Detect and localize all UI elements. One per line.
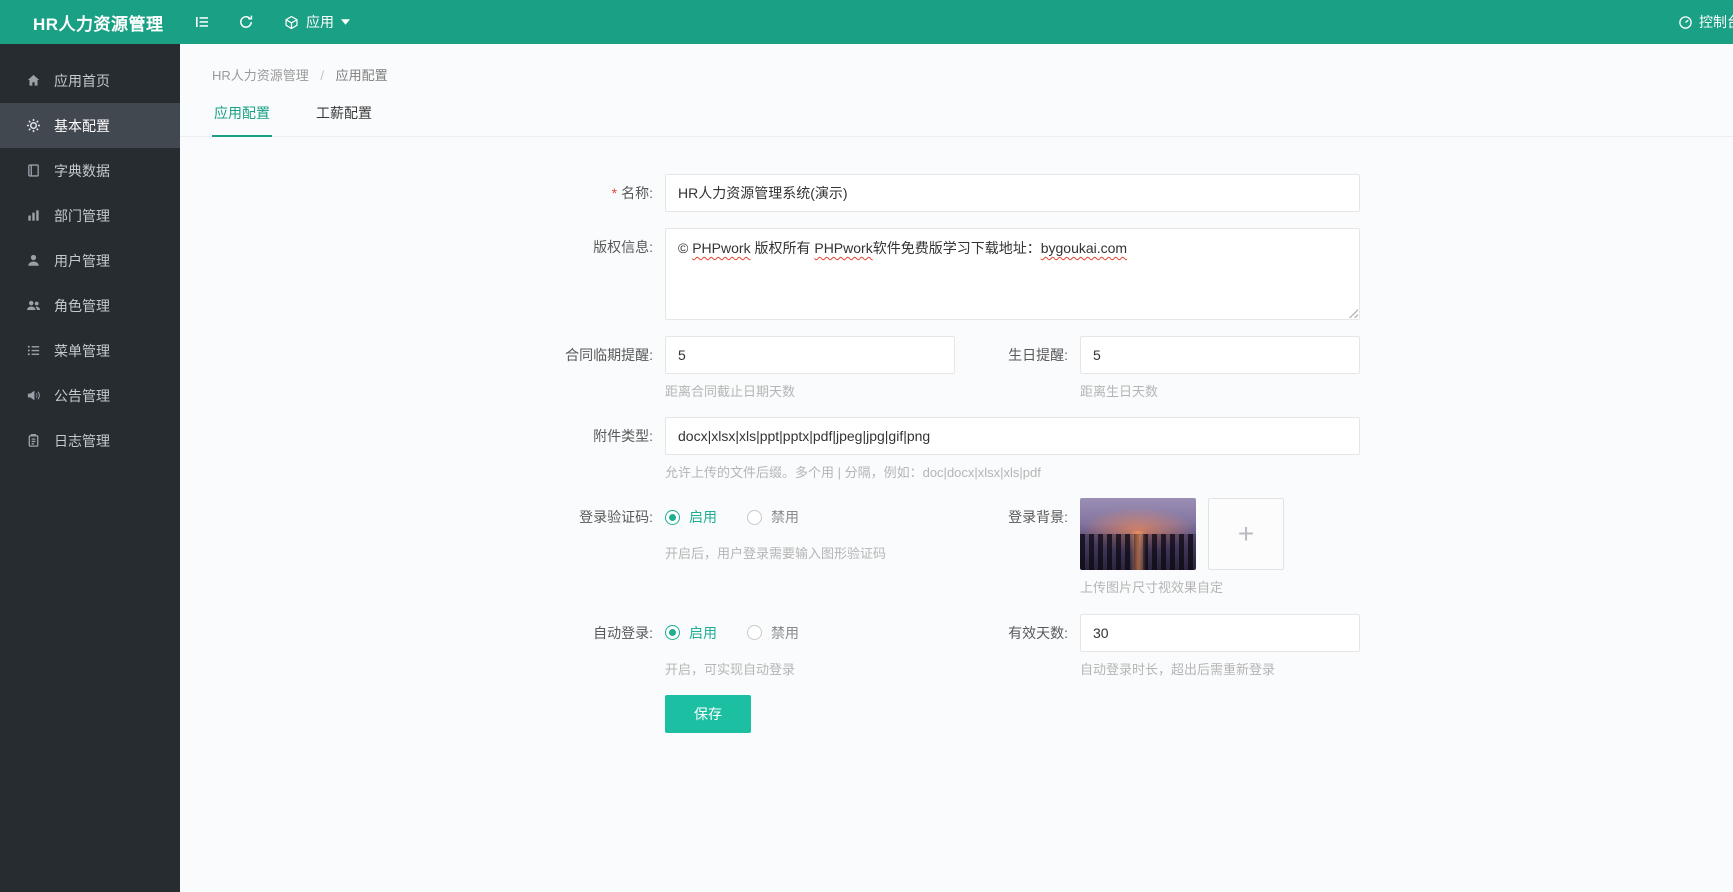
auto-login-radio-group: 启用 禁用 bbox=[665, 614, 955, 652]
attachment-types-label: 附件类型: bbox=[593, 428, 653, 445]
app-cube-icon bbox=[284, 15, 299, 30]
birthday-reminder-input[interactable] bbox=[1080, 336, 1360, 374]
attachment-types-input[interactable] bbox=[665, 417, 1360, 456]
top-header: HR人力资源管理 应用 控制台 bbox=[0, 0, 1733, 44]
contract-reminder-input[interactable] bbox=[665, 336, 955, 374]
app-window: HR人力资源管理 应用 控制台 bbox=[0, 0, 1733, 892]
copyright-text: © PHPwork 版权所有 PHPwork软件免费版学习下载地址：bygouk… bbox=[678, 240, 1128, 256]
chevron-down-icon bbox=[341, 19, 350, 25]
sidebar-item-label: 用户管理 bbox=[54, 252, 110, 269]
valid-days-label: 有效天数: bbox=[1008, 624, 1068, 641]
breadcrumb-separator: / bbox=[320, 68, 325, 83]
captcha-label: 登录验证码: bbox=[579, 509, 653, 526]
form-row-auto-login: 自动登录: 启用 禁用 开启，可实现自动登录 有效天数: 自动登 bbox=[180, 613, 1733, 679]
sidebar-item-announcement[interactable]: 公告管理 bbox=[0, 373, 180, 418]
form-row-captcha-bg: 登录验证码: 启用 禁用 开启后，用户登录需要输入图形验证码 登录背景: + 上… bbox=[180, 498, 1733, 597]
captcha-radio-group: 启用 禁用 bbox=[665, 498, 955, 536]
copyright-label: 版权信息: bbox=[593, 239, 653, 255]
contract-reminder-label: 合同临期提醒: bbox=[565, 347, 653, 363]
sidebar-item-label: 应用首页 bbox=[54, 72, 110, 89]
contract-reminder-hint: 距离合同截止日期天数 bbox=[665, 384, 796, 399]
sidebar-item-label: 公告管理 bbox=[54, 387, 110, 404]
login-bg-thumbnail[interactable] bbox=[1080, 498, 1196, 571]
captcha-hint: 开启后，用户登录需要输入图形验证码 bbox=[665, 546, 887, 562]
plus-icon: + bbox=[1237, 518, 1255, 550]
users-icon bbox=[25, 298, 41, 314]
copyright-textarea[interactable]: © PHPwork 版权所有 PHPwork软件免费版学习下载地址：bygouk… bbox=[665, 228, 1360, 320]
sidebar-item-label: 部门管理 bbox=[54, 207, 110, 224]
name-label: * 名称: bbox=[611, 185, 653, 201]
valid-days-input[interactable] bbox=[1080, 613, 1360, 652]
breadcrumb-current: 应用配置 bbox=[335, 68, 388, 83]
sidebar-item-dictionary[interactable]: 字典数据 bbox=[0, 148, 180, 193]
sidebar-item-home[interactable]: 应用首页 bbox=[0, 58, 180, 103]
sidebar-item-log[interactable]: 日志管理 bbox=[0, 418, 180, 463]
birthday-reminder-label: 生日提醒: bbox=[1008, 347, 1068, 363]
sidebar-toggle-icon[interactable] bbox=[180, 0, 224, 44]
tab-app-config[interactable]: 应用配置 bbox=[212, 103, 272, 137]
sidebar-item-label: 日志管理 bbox=[54, 432, 110, 449]
birthday-reminder-hint: 距离生日天数 bbox=[1080, 384, 1159, 399]
breadcrumb-root[interactable]: HR人力资源管理 bbox=[212, 68, 309, 83]
main-content: HR人力资源管理 / 应用配置 应用配置 工薪配置 *名称: 版权信息: bbox=[180, 44, 1733, 892]
app-menu[interactable]: 应用 bbox=[268, 0, 366, 44]
sidebar-item-label: 字典数据 bbox=[54, 162, 110, 179]
log-icon bbox=[25, 433, 41, 449]
login-bg-hint: 上传图片尺寸视效果自定 bbox=[1080, 580, 1224, 596]
sidebar-item-user[interactable]: 用户管理 bbox=[0, 238, 180, 283]
auto-login-radio-disable[interactable]: 禁用 bbox=[747, 623, 799, 643]
form-row-reminders: 合同临期提醒: 距离合同截止日期天数 生日提醒: 距离生日天数 bbox=[180, 336, 1733, 401]
upload-image-button[interactable]: + bbox=[1208, 498, 1284, 571]
sidebar-item-role[interactable]: 角色管理 bbox=[0, 283, 180, 328]
app-config-form: *名称: 版权信息: © PHPwork 版权所有 PHPwork软件免费版学习… bbox=[180, 174, 1733, 733]
console-label: 控制台 bbox=[1699, 14, 1733, 30]
form-row-copyright: 版权信息: © PHPwork 版权所有 PHPwork软件免费版学习下载地址：… bbox=[180, 228, 1733, 320]
save-button[interactable]: 保存 bbox=[665, 694, 751, 733]
form-row-attachment-types: 附件类型: 允许上传的文件后缀。多个用 | 分隔，例如：doc|docx|xls… bbox=[180, 417, 1733, 482]
attachment-types-hint: 允许上传的文件后缀。多个用 | 分隔，例如：doc|docx|xlsx|xls|… bbox=[665, 465, 1041, 481]
captcha-radio-enable[interactable]: 启用 bbox=[665, 507, 717, 527]
home-icon bbox=[25, 73, 41, 89]
required-asterisk: * bbox=[611, 185, 618, 201]
sidebar-item-label: 基本配置 bbox=[54, 117, 110, 134]
radio-circle-icon bbox=[665, 625, 680, 641]
auto-login-label: 自动登录: bbox=[593, 624, 653, 641]
form-row-save: 保存 bbox=[180, 694, 1733, 733]
radio-circle-icon bbox=[665, 509, 680, 525]
user-icon bbox=[25, 253, 41, 269]
auto-login-hint: 开启，可实现自动登录 bbox=[665, 661, 796, 677]
book-icon bbox=[25, 163, 41, 179]
breadcrumb: HR人力资源管理 / 应用配置 bbox=[180, 44, 1733, 84]
console-icon bbox=[1678, 15, 1693, 30]
refresh-icon[interactable] bbox=[224, 0, 268, 44]
menu-list-icon bbox=[25, 343, 41, 359]
gear-icon bbox=[25, 118, 41, 134]
textarea-resize-handle[interactable] bbox=[1347, 307, 1358, 318]
radio-circle-icon bbox=[747, 625, 762, 641]
radio-circle-icon bbox=[747, 509, 762, 525]
sidebar: 应用首页 基本配置 字典数据 部门管理 用户管理 角色管理 菜单管理 公告管理 … bbox=[0, 44, 180, 892]
tab-bar: 应用配置 工薪配置 bbox=[180, 103, 1733, 137]
auto-login-radio-enable[interactable]: 启用 bbox=[665, 623, 717, 643]
tab-salary-config[interactable]: 工薪配置 bbox=[314, 103, 374, 136]
sidebar-item-basic-config[interactable]: 基本配置 bbox=[0, 103, 180, 148]
sidebar-item-department[interactable]: 部门管理 bbox=[0, 193, 180, 238]
org-chart-icon bbox=[25, 208, 41, 224]
sidebar-item-label: 角色管理 bbox=[54, 297, 110, 314]
app-menu-label: 应用 bbox=[306, 14, 334, 30]
announcement-icon bbox=[25, 388, 41, 404]
sidebar-item-menu[interactable]: 菜单管理 bbox=[0, 328, 180, 373]
captcha-radio-disable[interactable]: 禁用 bbox=[747, 507, 799, 527]
console-link[interactable]: 控制台 bbox=[1678, 0, 1733, 44]
sidebar-item-label: 菜单管理 bbox=[54, 342, 110, 359]
login-bg-label: 登录背景: bbox=[1008, 509, 1068, 526]
header-left-nav: 应用 bbox=[180, 0, 366, 44]
valid-days-hint: 自动登录时长，超出后需重新登录 bbox=[1080, 661, 1276, 677]
app-logo[interactable]: HR人力资源管理 bbox=[0, 10, 180, 35]
form-row-name: * 名称: bbox=[180, 174, 1733, 212]
name-input[interactable] bbox=[665, 174, 1360, 212]
